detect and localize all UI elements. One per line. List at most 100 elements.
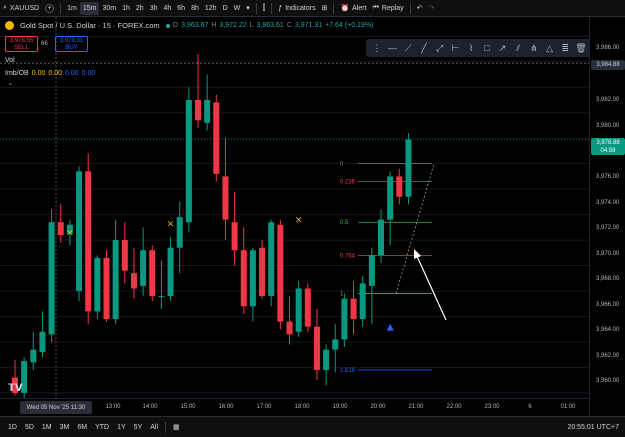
candle-body	[121, 240, 128, 271]
path-icon[interactable]: ⌇	[465, 42, 477, 54]
arrow-icon[interactable]: ↗	[496, 42, 508, 54]
replay-button[interactable]: ⏮ Replay	[370, 0, 407, 17]
chart-pane[interactable]: 0 0.236 0.5 0.764 1 1.618 × × × ▲ Gold Spot / U.S…	[0, 17, 589, 416]
time-tick-label: 6	[528, 404, 532, 410]
parallel-channel-icon[interactable]: ⫽	[512, 42, 524, 54]
clock[interactable]: 20:55:01 UTC+7	[561, 424, 625, 431]
candle-body	[304, 288, 311, 327]
alarm-icon: ⏰	[340, 5, 350, 12]
fib-level-label: 1.618	[340, 368, 356, 374]
interval-15m[interactable]: 15m	[79, 1, 100, 15]
range-all[interactable]: All	[146, 424, 162, 431]
ray-icon[interactable]: ⟋	[402, 42, 414, 54]
candle-body	[277, 224, 284, 322]
candle-body	[94, 257, 101, 312]
redo-button[interactable]: ↷	[426, 0, 438, 17]
time-axis[interactable]: Wed 05 Nov '25 11:30 13:00 14:00 15:00 16:0…	[0, 398, 589, 416]
calendar-icon: ▦	[173, 424, 180, 431]
candle-body	[112, 240, 119, 320]
range-1d[interactable]: 1D	[4, 424, 21, 431]
interval-dropdown[interactable]: ▾	[243, 0, 253, 17]
buy-label: BUY	[65, 45, 78, 51]
interval-4h[interactable]: 4h	[160, 0, 174, 17]
grid-icon: ⊞	[321, 5, 328, 12]
price-tick-label: 3,962.00	[596, 353, 620, 359]
interval-1m[interactable]: 1m	[64, 0, 80, 17]
candle-body	[313, 326, 320, 370]
imbalance-value: 0.00	[48, 70, 62, 77]
price-tick-label: 3,982.00	[596, 97, 620, 103]
interval-1h[interactable]: 1h	[119, 0, 133, 17]
signal-marker: ×	[66, 228, 74, 238]
candle-body	[48, 222, 55, 335]
price-axis[interactable]: 3,986.00 3,982.00 3,980.00 3,976.00 3,974.00…	[589, 17, 625, 416]
gold-logo-icon	[5, 21, 14, 30]
crosshair-time-label: Wed 05 Nov '25 11:30	[20, 401, 92, 414]
buy-button[interactable]: 3,979.31 BUY	[55, 36, 88, 52]
chart-type-button[interactable]: ⫿	[260, 0, 269, 17]
crosshair-price-label: 3,984.88	[591, 60, 625, 70]
triangle-icon[interactable]: △	[544, 42, 556, 54]
pitchfork-icon[interactable]: ⋔	[528, 42, 540, 54]
add-symbol-button[interactable]: +	[42, 0, 57, 17]
interval-6h[interactable]: 6h	[174, 0, 188, 17]
search-icon: ⌕	[3, 4, 7, 11]
divider	[60, 2, 62, 14]
range-6m[interactable]: 6M	[73, 424, 91, 431]
date-range-button[interactable]: ▦	[169, 423, 184, 431]
interval-w[interactable]: W	[231, 0, 244, 17]
symbol-search[interactable]: ⌕ XAUUSD	[0, 0, 42, 17]
range-1m[interactable]: 1M	[38, 424, 56, 431]
alert-button[interactable]: ⏰ Alert	[337, 0, 369, 17]
rectangle-icon[interactable]: □	[481, 42, 493, 54]
trend-line-icon[interactable]: ⤢	[434, 42, 446, 54]
extended-line-icon[interactable]: ╱	[418, 42, 430, 54]
range-5d[interactable]: 5D	[21, 424, 38, 431]
candle-body	[167, 247, 174, 297]
interval-12h[interactable]: 12h	[202, 0, 220, 17]
signal-marker: ×	[167, 220, 175, 230]
price-tick-label: 3,972.00	[596, 225, 620, 231]
candle-body	[396, 176, 403, 197]
trash-icon[interactable]: 🗑	[575, 42, 587, 54]
divider	[255, 2, 257, 14]
candle-body	[204, 99, 211, 123]
open-value: 3,963.67	[181, 22, 209, 29]
horizontal-line-icon[interactable]: —	[387, 42, 399, 54]
interval-2h[interactable]: 2h	[133, 0, 147, 17]
divider	[409, 2, 411, 14]
measure-icon[interactable]: ⊢	[449, 42, 461, 54]
candle-body	[240, 250, 247, 307]
drag-handle-icon[interactable]: ⋮	[371, 42, 383, 54]
price-tick-label: 3,968.00	[596, 276, 620, 282]
undo-button[interactable]: ↶	[414, 0, 426, 17]
layout-button[interactable]: ⊞	[319, 0, 331, 17]
price-tick-label: 3,964.00	[596, 327, 620, 333]
time-tick-label: 13:00	[105, 404, 121, 410]
symbol-label: XAUUSD	[9, 4, 40, 12]
price-tick-label: 3,986.00	[596, 45, 620, 51]
high-key: H	[211, 22, 217, 29]
interval-d[interactable]: D	[220, 0, 231, 17]
interval-8h[interactable]: 8h	[188, 0, 202, 17]
range-5y[interactable]: 5Y	[130, 424, 147, 431]
imbalance-legend[interactable]: Imb/OB 0.00 0.00 0.00 0.00	[5, 70, 95, 77]
candle-body	[378, 219, 384, 256]
candle-body	[323, 349, 330, 370]
interval-30m[interactable]: 30m	[99, 0, 119, 17]
imbalance-value: 0.00	[31, 70, 46, 77]
volume-legend[interactable]: Vol	[5, 57, 15, 64]
fib-level-label: 0.5	[340, 220, 349, 226]
time-tick-label: 20:00	[370, 404, 386, 410]
range-1y[interactable]: 1Y	[113, 424, 130, 431]
fib-icon[interactable]: ≣	[559, 42, 571, 54]
collapse-legend-button[interactable]: ⌃	[7, 82, 14, 91]
indicators-button[interactable]: ƒ Indicators	[275, 0, 318, 17]
candle-body	[259, 247, 266, 297]
indicators-label: Indicators	[285, 4, 316, 12]
candle-body	[213, 102, 220, 174]
range-ytd[interactable]: YTD	[91, 424, 113, 431]
interval-3h[interactable]: 3h	[147, 0, 161, 17]
sell-button[interactable]: 3,978.55 SELL	[5, 36, 38, 52]
range-3m[interactable]: 3M	[56, 424, 74, 431]
